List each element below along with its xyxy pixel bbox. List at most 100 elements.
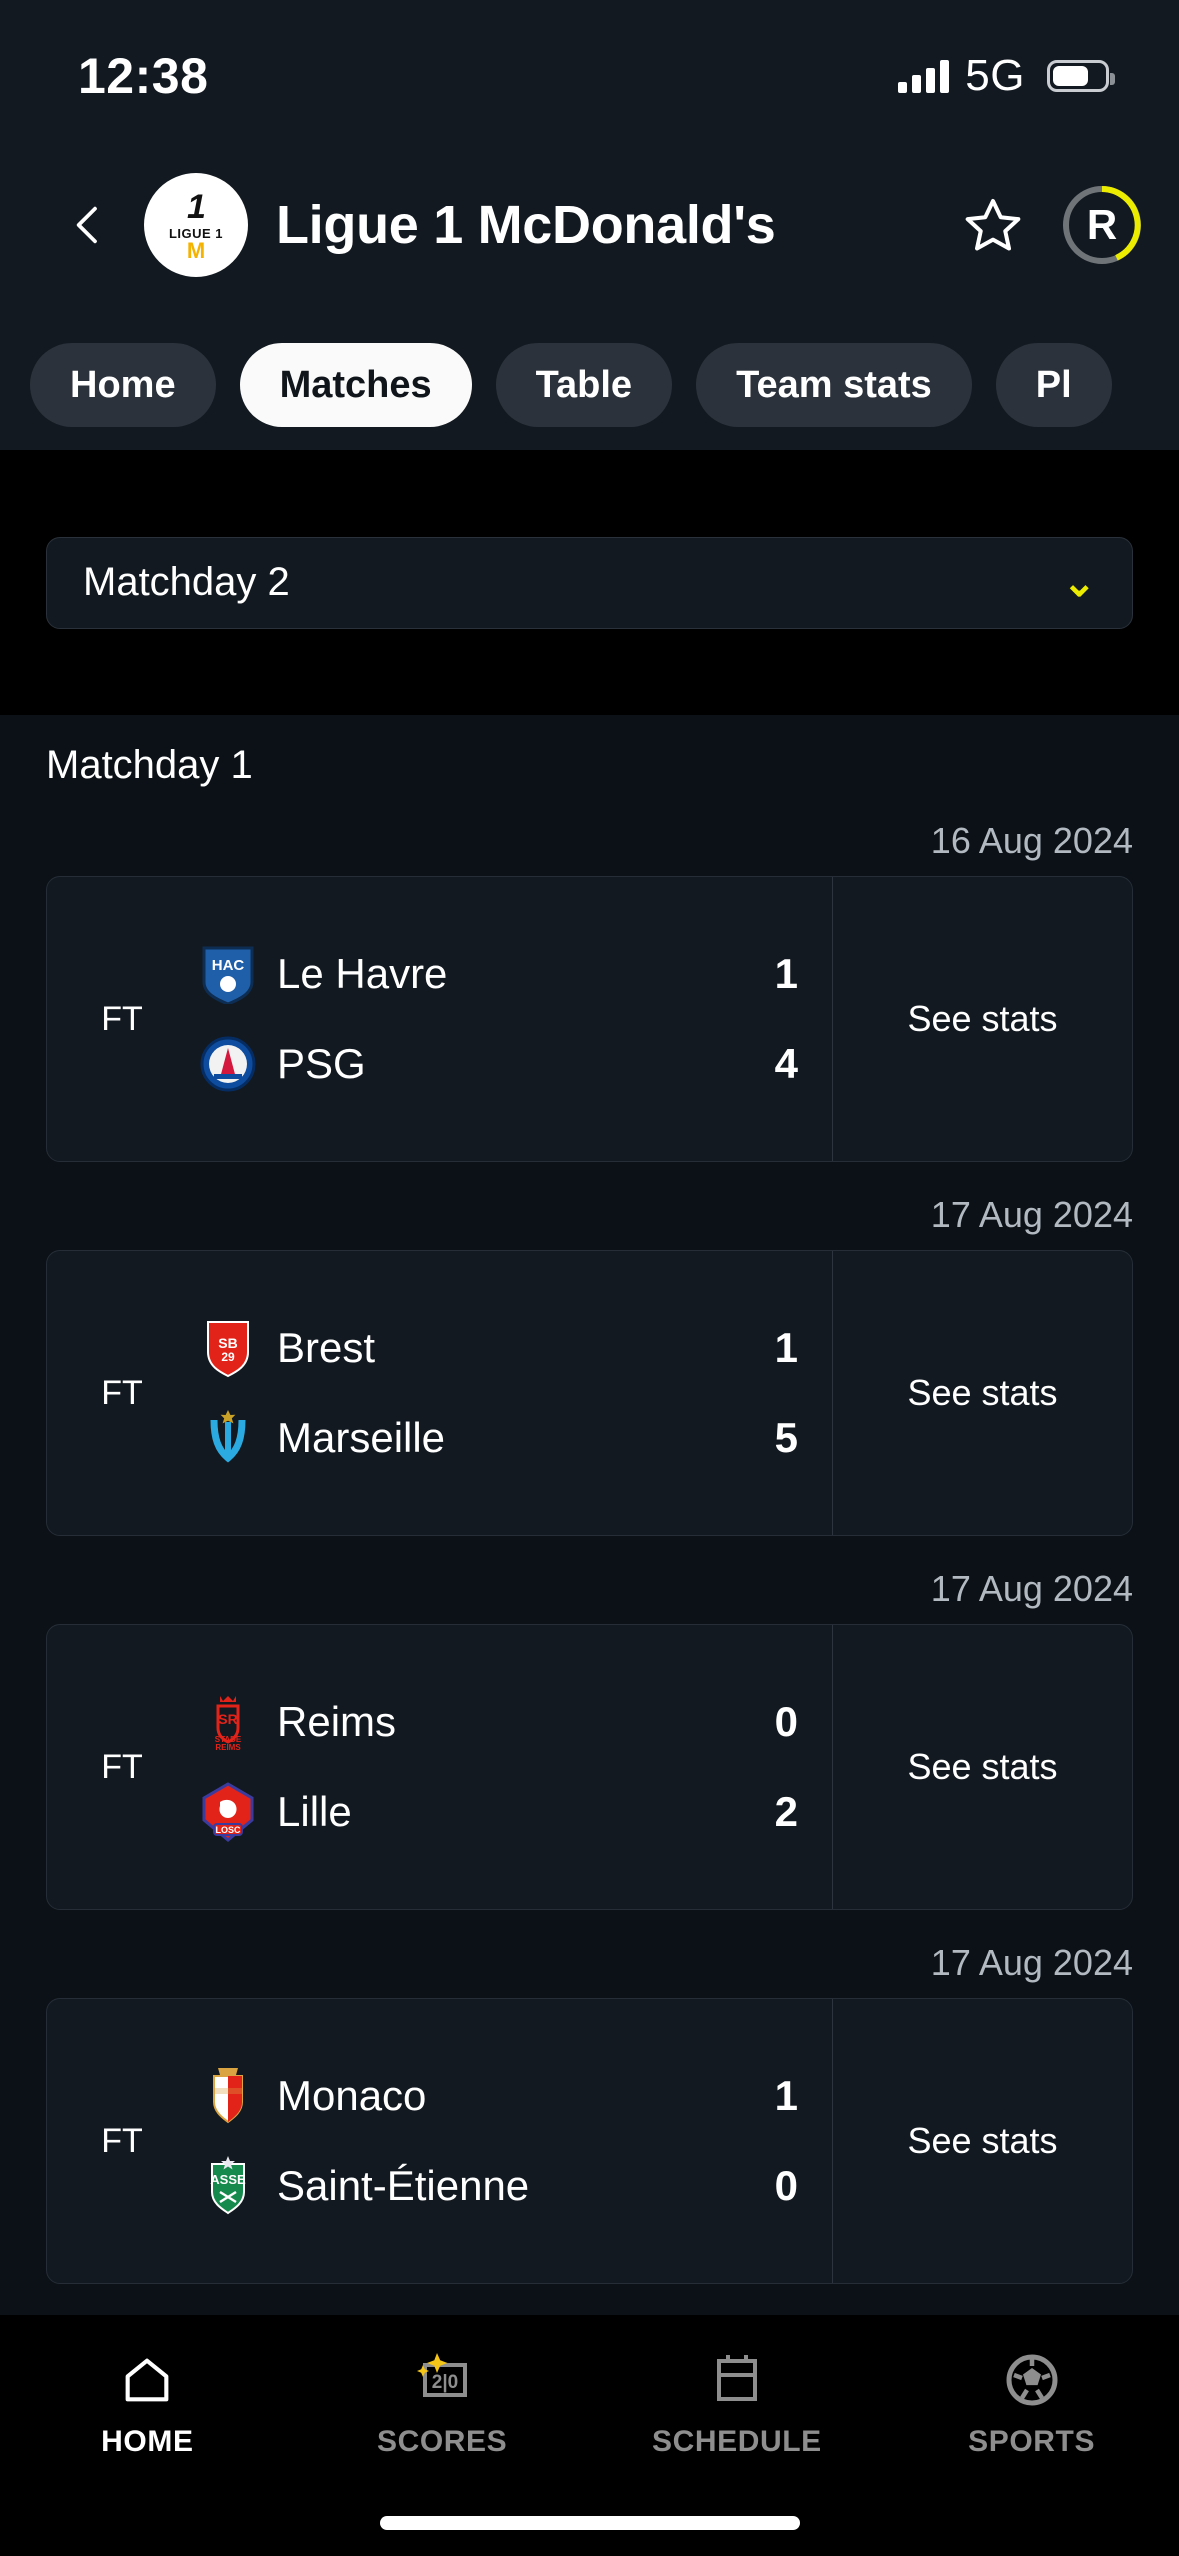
badge-number: 1 [187,188,206,227]
nav-label-schedule: SCHEDULE [651,2425,822,2458]
match-status-label: FT [101,2121,143,2160]
status-bar-clock: 12:38 [78,48,209,104]
nav-label-home: HOME [101,2425,194,2458]
nav-item-sports[interactable]: SPORTS [884,2349,1179,2459]
match-status: FT [47,1251,197,1535]
svg-text:29: 29 [221,1350,235,1364]
see-stats-label: See stats [907,1372,1058,1413]
match-status: FT [47,877,197,1161]
away-team-name: Marseille [277,1414,446,1461]
away-team-score: 0 [774,2162,798,2209]
nav-item-schedule[interactable]: SCHEDULE [590,2349,885,2459]
app-header: 1 LIGUE 1 M Ligue 1 McDonald's R [0,130,1179,320]
nav-label-scores: SCORES [376,2425,508,2458]
bottom-navigation-bar[interactable]: HOME 2|0 SCORES SCHEDULE SPORTS [0,2315,1179,2556]
see-stats-label: See stats [907,1746,1058,1787]
svg-text:ASSE: ASSE [210,2172,246,2187]
tab-matches[interactable]: Matches [239,343,472,427]
match-status: FT [47,1999,197,2283]
chevron-down-icon: ⌄ [1062,560,1096,605]
calendar-icon [710,2349,764,2411]
match-card[interactable]: FT SR STADE REIMS Reims 0 LOSC Lille 2 S… [46,1624,1133,1910]
saint-etienne-crest-icon: ASSE [197,2155,259,2217]
svg-text:SB: SB [218,1335,237,1351]
scoreboard-sparkle-icon: 2|0 [411,2349,473,2411]
away-team-name: Saint-Étienne [277,2162,530,2209]
see-stats-button[interactable]: See stats [832,877,1132,1161]
home-team-score: 1 [774,1324,798,1371]
nav-label-sports: SPORTS [968,2425,1096,2458]
match-status: FT [47,1625,197,1909]
lille-crest-icon: LOSC [197,1781,259,1843]
home-team-row: SR STADE REIMS Reims 0 [197,1691,798,1753]
home-team-score: 1 [774,2072,798,2119]
nav-item-home[interactable]: HOME [0,2349,295,2459]
see-stats-button[interactable]: See stats [832,1625,1132,1909]
away-team-score: 4 [774,1040,798,1087]
match-date: 17 Aug 2024 [930,1194,1133,1235]
away-team-score: 5 [774,1414,798,1461]
marseille-crest-icon [197,1407,259,1469]
battery-icon [1047,60,1115,92]
matchday-heading: Matchday 1 [46,743,253,787]
tab-player-stats[interactable]: Pl [995,343,1112,427]
matches-list: Matchday 1 16 Aug 2024 FT HAC Le Havre 1 [0,715,1179,2315]
matchday-select[interactable]: Matchday 2 ⌄ [46,536,1133,629]
home-team-name: Monaco [277,2072,427,2119]
home-team-name: Le Havre [277,950,448,997]
back-button[interactable] [60,197,116,253]
ligue1-mcdonalds-badge-icon: 1 LIGUE 1 M [144,173,248,277]
home-team-row: HAC Le Havre 1 [197,943,798,1005]
status-bar-indicators: 5G [898,51,1115,101]
svg-text:REIMS: REIMS [215,1743,241,1752]
see-stats-button[interactable]: See stats [832,1251,1132,1535]
svg-text:HAC: HAC [212,957,245,974]
brest-crest-icon: SB 29 [197,1317,259,1379]
soccer-ball-icon [1003,2349,1061,2411]
home-icon [118,2349,176,2411]
home-team-score: 0 [774,1698,798,1745]
le-havre-crest-icon: HAC [197,943,259,1005]
tab-table[interactable]: Table [495,343,673,427]
svg-text:SR: SR [218,1711,237,1727]
away-team-score: 2 [774,1788,798,1835]
star-outline-icon[interactable] [961,193,1025,257]
reims-crest-icon: SR STADE REIMS [197,1691,259,1753]
home-team-name: Brest [277,1324,376,1371]
match-card[interactable]: FT Monaco 1 ASSE Saint-Étienne 0 See sta… [46,1998,1133,2284]
home-team-row: Monaco 1 [197,2065,798,2127]
svg-text:LOSC: LOSC [215,1825,241,1835]
avatar-initial: R [1086,201,1118,248]
see-stats-label: See stats [907,998,1058,1039]
tab-team-stats[interactable]: Team stats [696,343,972,427]
match-teams: Monaco 1 ASSE Saint-Étienne 0 [197,1999,832,2283]
match-teams: SB 29 Brest 1 Marseille 5 [197,1251,832,1535]
home-indicator [379,2516,800,2530]
match-date: 17 Aug 2024 [930,1942,1133,1983]
away-team-row: LOSC Lille 2 [197,1781,798,1843]
home-team-score: 1 [774,950,798,997]
match-status-label: FT [101,1373,143,1412]
app-screen: 12:38 5G 1 LIGUE 1 M Ligue 1 McDonald's … [0,0,1179,2556]
see-stats-button[interactable]: See stats [832,1999,1132,2283]
page-title: Ligue 1 McDonald's [276,195,776,255]
match-teams: SR STADE REIMS Reims 0 LOSC Lille 2 [197,1625,832,1909]
match-status-label: FT [101,1747,143,1786]
home-team-row: SB 29 Brest 1 [197,1317,798,1379]
away-team-name: PSG [277,1040,366,1087]
section-tab-bar[interactable]: Home Matches Table Team stats Pl [0,320,1179,450]
avatar[interactable]: R [1061,184,1143,266]
tab-home[interactable]: Home [30,343,216,427]
monaco-crest-icon [197,2065,259,2127]
home-team-name: Reims [277,1698,397,1745]
match-card[interactable]: FT SB 29 Brest 1 Marseille 5 See stats [46,1250,1133,1536]
signal-bars-icon [898,59,950,93]
away-team-row: ASSE Saint-Étienne 0 [197,2155,798,2217]
matchday-select-value: Matchday 2 [83,560,290,604]
nav-item-scores[interactable]: 2|0 SCORES [295,2349,590,2459]
match-status-label: FT [101,999,143,1038]
match-card[interactable]: FT HAC Le Havre 1 PSG 4 See stats [46,876,1133,1162]
psg-crest-icon [197,1033,259,1095]
match-date: 16 Aug 2024 [930,820,1133,861]
status-bar: 12:38 5G [0,0,1179,130]
